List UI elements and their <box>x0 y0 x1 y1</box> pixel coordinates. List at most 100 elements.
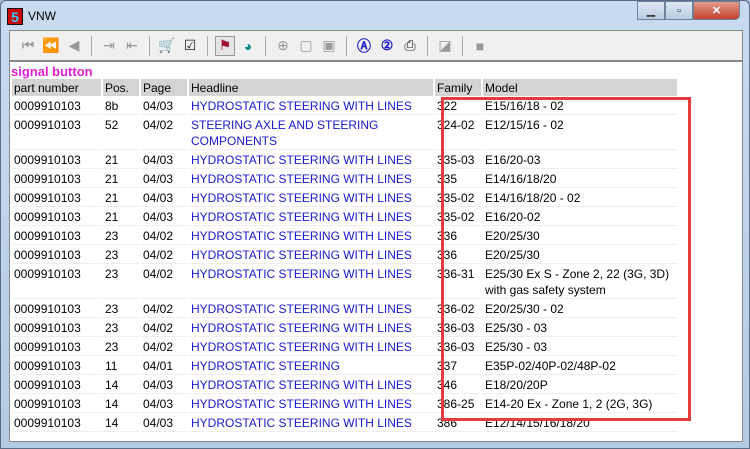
page-alt-icon[interactable]: ▣ <box>319 36 339 56</box>
toolbar-separator <box>207 35 208 56</box>
cell-part-number: 0009910103 <box>12 357 101 375</box>
close-button[interactable]: ✕ <box>693 1 740 20</box>
column-header-part-number[interactable]: part number <box>12 79 101 96</box>
table-row[interactable]: 0009910103 23 04/02 HYDROSTATIC STEERING WI… <box>12 265 677 299</box>
export-icon[interactable]: ⇥ <box>99 36 119 56</box>
checklist-icon[interactable]: ☑ <box>180 36 200 56</box>
cell-page: 04/02 <box>141 300 187 318</box>
cell-model: E20/25/30 - 02 <box>483 300 677 318</box>
table-row[interactable]: 0009910103 23 04/02 HYDROSTATIC STEERING WI… <box>12 246 677 264</box>
cell-family: 386 <box>435 414 481 432</box>
cell-family: 336-02 <box>435 300 481 318</box>
cell-pos: 52 <box>103 116 139 150</box>
cell-headline[interactable]: HYDROSTATIC STEERING WITH LINES <box>189 395 433 413</box>
cell-model: E12/15/16 - 02 <box>483 116 677 150</box>
column-header-family[interactable]: Family <box>435 79 481 96</box>
cell-headline[interactable]: HYDROSTATIC STEERING WITH LINES <box>189 376 433 394</box>
column-header-page[interactable]: Page <box>141 79 187 96</box>
signal-button-label[interactable]: signal button <box>10 62 742 79</box>
table-row[interactable]: 0009910103 23 04/02 HYDROSTATIC STEERING WI… <box>12 300 677 318</box>
table-row[interactable]: 0009910103 21 04/03 HYDROSTATIC STEERING WI… <box>12 151 677 169</box>
cell-family: 336-31 <box>435 265 481 299</box>
cell-model: E35P-02/40P-02/48P-02 <box>483 357 677 375</box>
cell-headline[interactable]: HYDROSTATIC STEERING WITH LINES <box>189 227 433 245</box>
cell-pos: 21 <box>103 151 139 169</box>
zoom-icon[interactable]: ⊕ <box>273 36 293 56</box>
table-row[interactable]: 0009910103 21 04/03 HYDROSTATIC STEERING WI… <box>12 170 677 188</box>
cell-pos: 23 <box>103 265 139 299</box>
client-area: ⏮ ⏪ ◀ ⇥ ⇤ 🛒 ☑ ⚑ ◕ ⊕ ▢ ▣ Ⓐ ② ⎙ ◪ ■ signal… <box>9 30 743 442</box>
cell-model: E25/30 - 03 <box>483 319 677 337</box>
minimize-button[interactable]: ▁ <box>637 1 665 20</box>
cell-pos: 8b <box>103 97 139 115</box>
print-icon[interactable]: ⎙ <box>400 36 420 56</box>
cell-headline[interactable]: HYDROSTATIC STEERING WITH LINES <box>189 319 433 337</box>
table-row[interactable]: 0009910103 11 04/01 HYDROSTATIC STEERING 337… <box>12 357 677 375</box>
column-header-headline[interactable]: Headline <box>189 79 433 96</box>
toolbar-separator <box>149 35 150 56</box>
table-row[interactable]: 0009910103 52 04/02 STEERING AXLE AND STEER… <box>12 116 677 150</box>
clock-icon[interactable]: ◕ <box>238 36 258 56</box>
stop-icon[interactable]: ■ <box>470 36 490 56</box>
first-icon[interactable]: ⏮ <box>18 36 38 56</box>
cell-pos: 14 <box>103 376 139 394</box>
table-row[interactable]: 0009910103 8b 04/03 HYDROSTATIC STEERING WI… <box>12 97 677 115</box>
cell-headline[interactable]: HYDROSTATIC STEERING WITH LINES <box>189 414 433 432</box>
table-row[interactable]: 0009910103 14 04/03 HYDROSTATIC STEERING WI… <box>12 376 677 394</box>
cell-pos: 14 <box>103 414 139 432</box>
table-row[interactable]: 0009910103 14 04/03 HYDROSTATIC STEERING WI… <box>12 395 677 413</box>
cell-pos: 23 <box>103 300 139 318</box>
maximize-button[interactable]: ▫ <box>665 1 693 20</box>
toolbar-separator <box>265 35 266 56</box>
search-2-icon[interactable]: ② <box>377 36 397 56</box>
cell-model: E12/14/15/16/18/20 <box>483 414 677 432</box>
cell-headline[interactable]: HYDROSTATIC STEERING WITH LINES <box>189 97 433 115</box>
cell-headline[interactable]: HYDROSTATIC STEERING WITH LINES <box>189 338 433 356</box>
cell-headline[interactable]: HYDROSTATIC STEERING WITH LINES <box>189 300 433 318</box>
cell-page: 04/01 <box>141 357 187 375</box>
column-header-model[interactable]: Model <box>483 79 677 96</box>
cell-part-number: 0009910103 <box>12 116 101 150</box>
cart-icon[interactable]: 🛒 <box>157 36 177 56</box>
page-icon[interactable]: ▢ <box>296 36 316 56</box>
cell-pos: 21 <box>103 189 139 207</box>
table-row[interactable]: 0009910103 21 04/03 HYDROSTATIC STEERING WI… <box>12 208 677 226</box>
cell-family: 336-03 <box>435 319 481 337</box>
import-icon[interactable]: ⇤ <box>122 36 142 56</box>
cell-headline[interactable]: STEERING AXLE AND STEERING COMPONENTS <box>189 116 433 150</box>
signal-icon[interactable]: ⚑ <box>215 35 235 56</box>
cell-model: E15/16/18 - 02 <box>483 97 677 115</box>
cell-headline[interactable]: HYDROSTATIC STEERING WITH LINES <box>189 151 433 169</box>
cell-headline[interactable]: HYDROSTATIC STEERING WITH LINES <box>189 246 433 264</box>
cell-pos: 23 <box>103 227 139 245</box>
search-a-icon[interactable]: Ⓐ <box>354 36 374 56</box>
cell-headline[interactable]: HYDROSTATIC STEERING WITH LINES <box>189 208 433 226</box>
cell-headline[interactable]: HYDROSTATIC STEERING WITH LINES <box>189 170 433 188</box>
cell-family: 335-02 <box>435 208 481 226</box>
rewind-icon[interactable]: ⏪ <box>41 36 61 56</box>
cell-family: 324-02 <box>435 116 481 150</box>
cell-page: 04/03 <box>141 414 187 432</box>
cell-page: 04/03 <box>141 189 187 207</box>
results-table: part number Pos. Page Headline Family Model 0… <box>10 78 679 433</box>
note-icon[interactable]: ◪ <box>435 36 455 56</box>
cell-model: E16/20-02 <box>483 208 677 226</box>
table-row[interactable]: 0009910103 23 04/02 HYDROSTATIC STEERING WI… <box>12 227 677 245</box>
table-row[interactable]: 0009910103 21 04/03 HYDROSTATIC STEERING WI… <box>12 189 677 207</box>
cell-family: 336 <box>435 246 481 264</box>
cell-pos: 23 <box>103 319 139 337</box>
column-header-pos[interactable]: Pos. <box>103 79 139 96</box>
cell-page: 04/02 <box>141 265 187 299</box>
table-row[interactable]: 0009910103 23 04/02 HYDROSTATIC STEERING WI… <box>12 338 677 356</box>
table-row[interactable]: 0009910103 23 04/02 HYDROSTATIC STEERING WI… <box>12 319 677 337</box>
cell-model: E25/30 - 03 <box>483 338 677 356</box>
toolbar-separator <box>91 35 92 56</box>
cell-page: 04/02 <box>141 227 187 245</box>
cell-page: 04/02 <box>141 338 187 356</box>
cell-headline[interactable]: HYDROSTATIC STEERING <box>189 357 433 375</box>
table-row[interactable]: 0009910103 14 04/03 HYDROSTATIC STEERING WI… <box>12 414 677 432</box>
cell-pos: 11 <box>103 357 139 375</box>
cell-headline[interactable]: HYDROSTATIC STEERING WITH LINES <box>189 189 433 207</box>
previous-icon[interactable]: ◀ <box>64 36 84 56</box>
cell-headline[interactable]: HYDROSTATIC STEERING WITH LINES <box>189 265 433 299</box>
